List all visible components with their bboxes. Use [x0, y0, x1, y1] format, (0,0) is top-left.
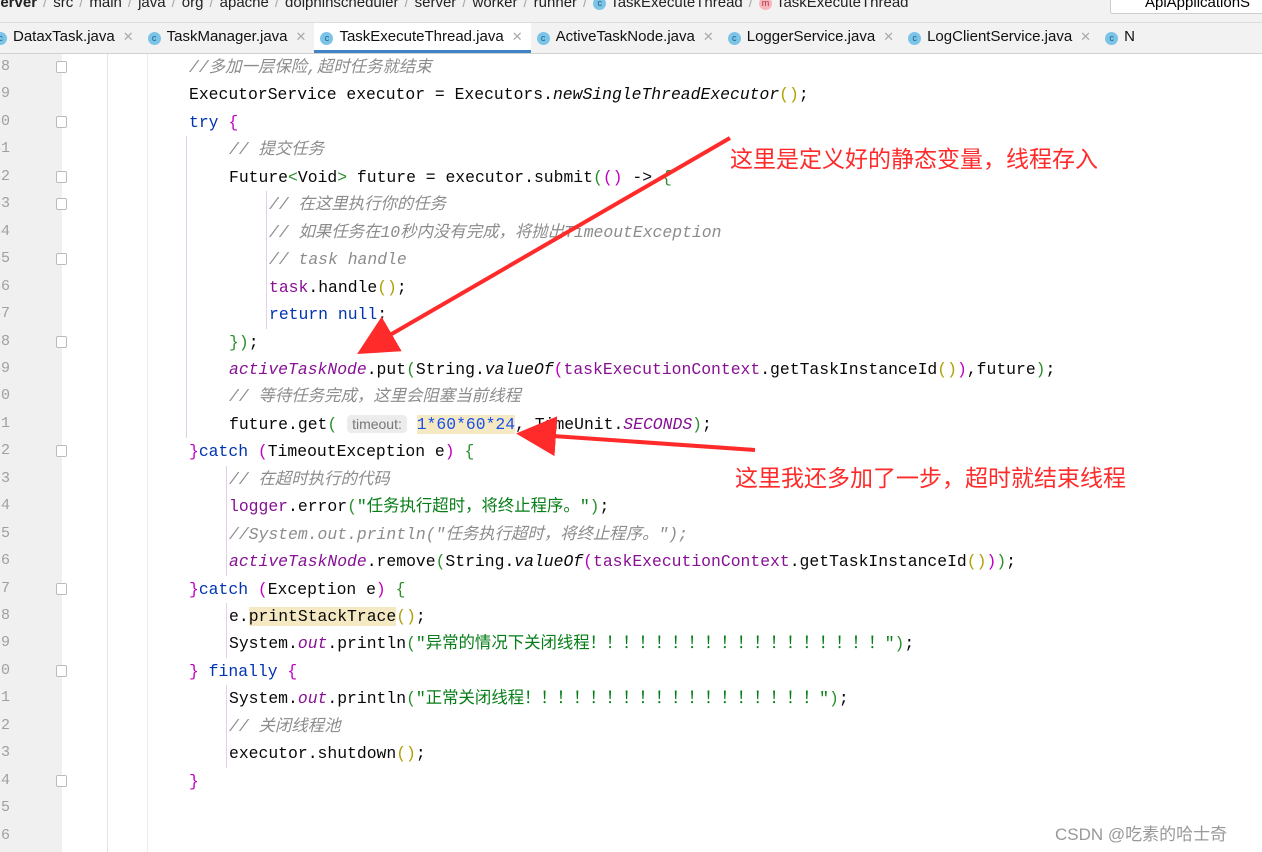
arrow-to-timeout	[516, 416, 756, 457]
annotation-static-variable: 这里是定义好的静态变量，线程存入	[730, 146, 1098, 172]
arrow-to-activetasknode	[357, 136, 732, 355]
annotation-timeout: 这里我还多加了一步，超时就结束线程	[735, 465, 1126, 491]
watermark: CSDN @吃素的哈士奇	[1055, 825, 1228, 844]
annotation-arrows	[357, 136, 756, 457]
